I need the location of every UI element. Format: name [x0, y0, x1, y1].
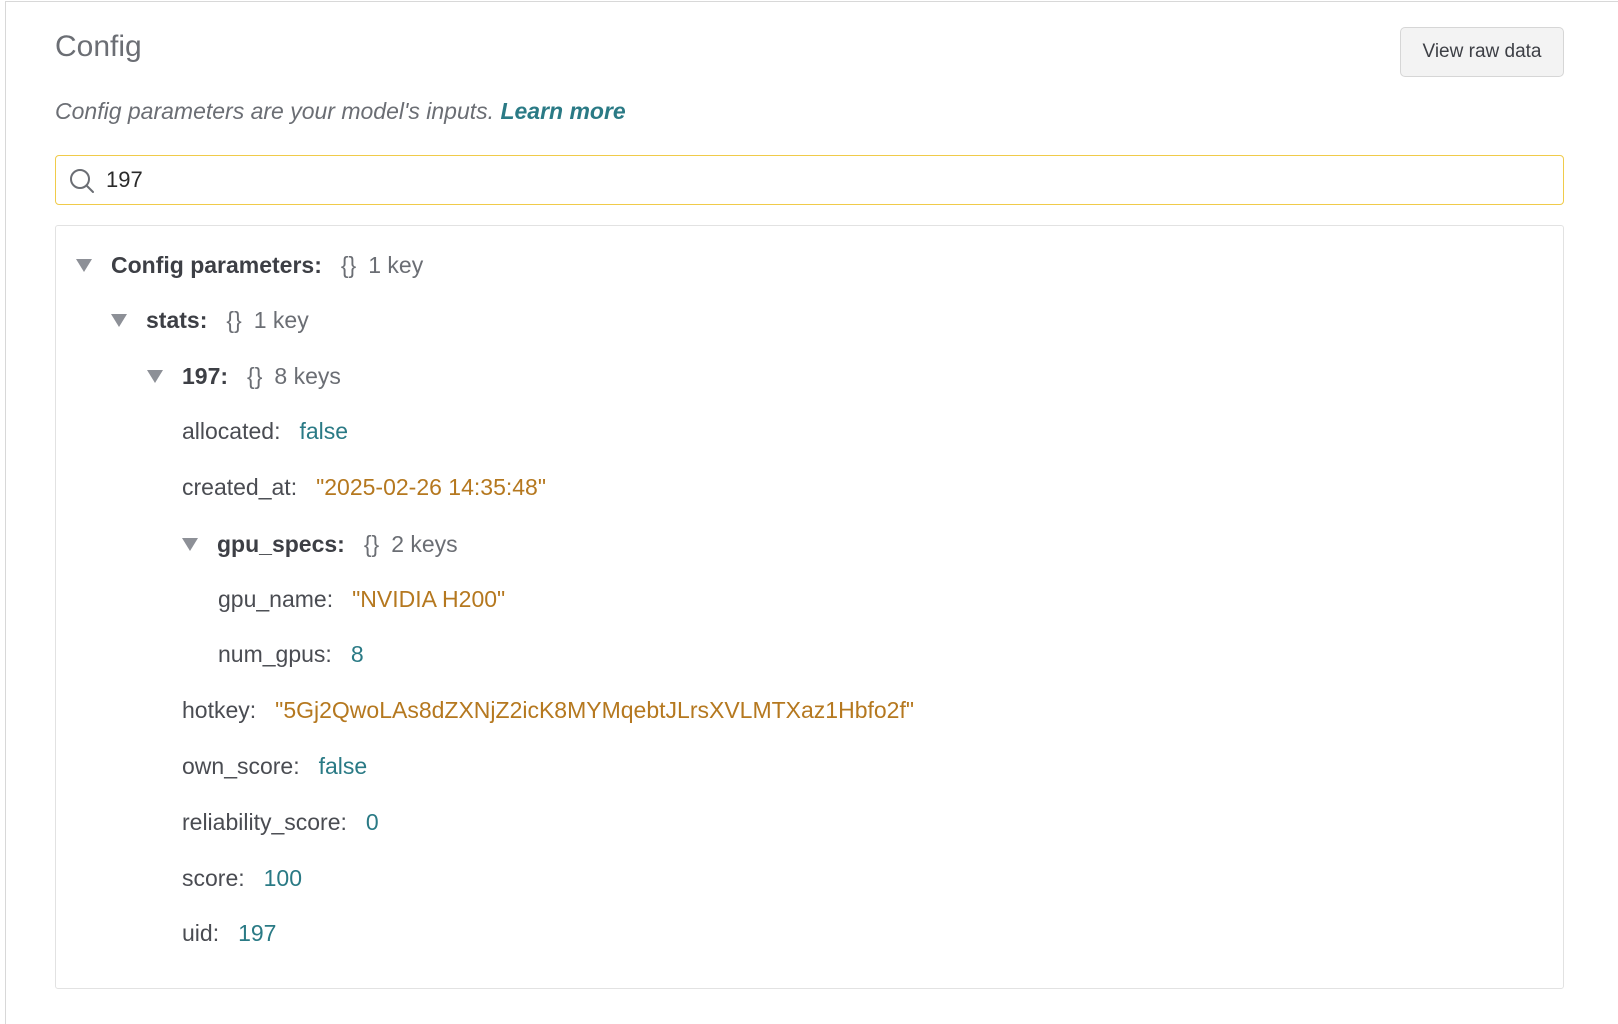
leaf-key: score: [182, 864, 245, 891]
leaf-key: uid: [182, 919, 220, 946]
key-count: 1 key [368, 251, 424, 278]
page-title: Config [55, 30, 142, 63]
leaf-value: 197 [238, 919, 277, 946]
leaf-value: false [299, 417, 349, 444]
leaf-key: hotkey: [182, 696, 257, 723]
leaf-value: 8 [350, 640, 364, 667]
braces-icon: {} [340, 251, 357, 278]
tree-node-config-parameters[interactable]: Config parameters: {} 1 key [76, 249, 423, 281]
node-meta: {} 1 key [341, 252, 423, 279]
tree-leaf-allocated: allocated: false [182, 415, 348, 447]
leaf-key: created_at: [182, 473, 298, 500]
leaf-value: "NVIDIA H200" [352, 585, 506, 612]
node-label: gpu_specs: [217, 530, 345, 557]
key-count: 2 keys [391, 530, 458, 557]
node-meta: {} 1 key [226, 307, 308, 334]
leaf-key: reliability_score: [182, 808, 347, 835]
search-input[interactable] [106, 164, 1546, 196]
braces-icon: {} [226, 306, 242, 333]
key-count: 8 keys [274, 362, 341, 389]
node-label: 197: [182, 362, 229, 389]
leaf-key: allocated: [182, 417, 281, 444]
leaf-value: false [318, 752, 368, 779]
search-box[interactable] [55, 155, 1564, 205]
caret-down-icon[interactable] [76, 258, 92, 272]
caret-down-icon[interactable] [147, 369, 163, 383]
tree-node-gpu-specs[interactable]: gpu_specs: {} 2 keys [182, 528, 458, 560]
tree-leaf-created-at: created_at: "2025-02-26 14:35:48" [182, 471, 546, 503]
learn-more-link[interactable]: Learn more [500, 98, 625, 124]
caret-down-icon[interactable] [111, 313, 127, 327]
leaf-value: 100 [263, 864, 303, 891]
node-label: stats: [146, 306, 208, 333]
tree-leaf-score: score: 100 [182, 862, 302, 894]
tree-leaf-uid: uid: 197 [182, 917, 276, 949]
node-meta: {} 2 keys [364, 531, 458, 558]
braces-icon: {} [363, 530, 380, 557]
view-raw-data-button[interactable]: View raw data [1400, 27, 1564, 77]
leaf-key: gpu_name: [218, 585, 334, 612]
leaf-value: 0 [365, 808, 379, 835]
node-meta: {} 8 keys [247, 363, 341, 390]
tree-node-197[interactable]: 197: {} 8 keys [147, 360, 341, 392]
tree-leaf-hotkey: hotkey: "5Gj2QwoLAs8dZXNjZ2icK8MYMqebtJL… [182, 694, 914, 726]
leaf-value: "5Gj2QwoLAs8dZXNjZ2icK8MYMqebtJLrsXVLMTX… [275, 696, 915, 723]
description-text: Config parameters are your model's input… [55, 98, 495, 124]
leaf-key: own_score: [182, 752, 300, 779]
search-icon [68, 167, 96, 200]
leaf-value: "2025-02-26 14:35:48" [316, 473, 546, 500]
braces-icon: {} [247, 362, 263, 389]
tree-leaf-reliability-score: reliability_score: 0 [182, 806, 379, 838]
tree-node-stats[interactable]: stats: {} 1 key [111, 304, 309, 336]
leaf-key: num_gpus: [218, 640, 332, 667]
key-count: 1 key [253, 306, 309, 333]
caret-down-icon[interactable] [182, 537, 198, 551]
node-label: Config parameters: [111, 251, 322, 278]
config-tree: Config parameters: {} 1 key stats: {} 1 ke… [55, 225, 1564, 989]
config-description: Config parameters are your model's input… [55, 98, 626, 125]
tree-leaf-num-gpus: num_gpus: 8 [218, 638, 364, 670]
tree-leaf-gpu-name: gpu_name: "NVIDIA H200" [218, 583, 505, 615]
tree-leaf-own-score: own_score: false [182, 750, 367, 782]
